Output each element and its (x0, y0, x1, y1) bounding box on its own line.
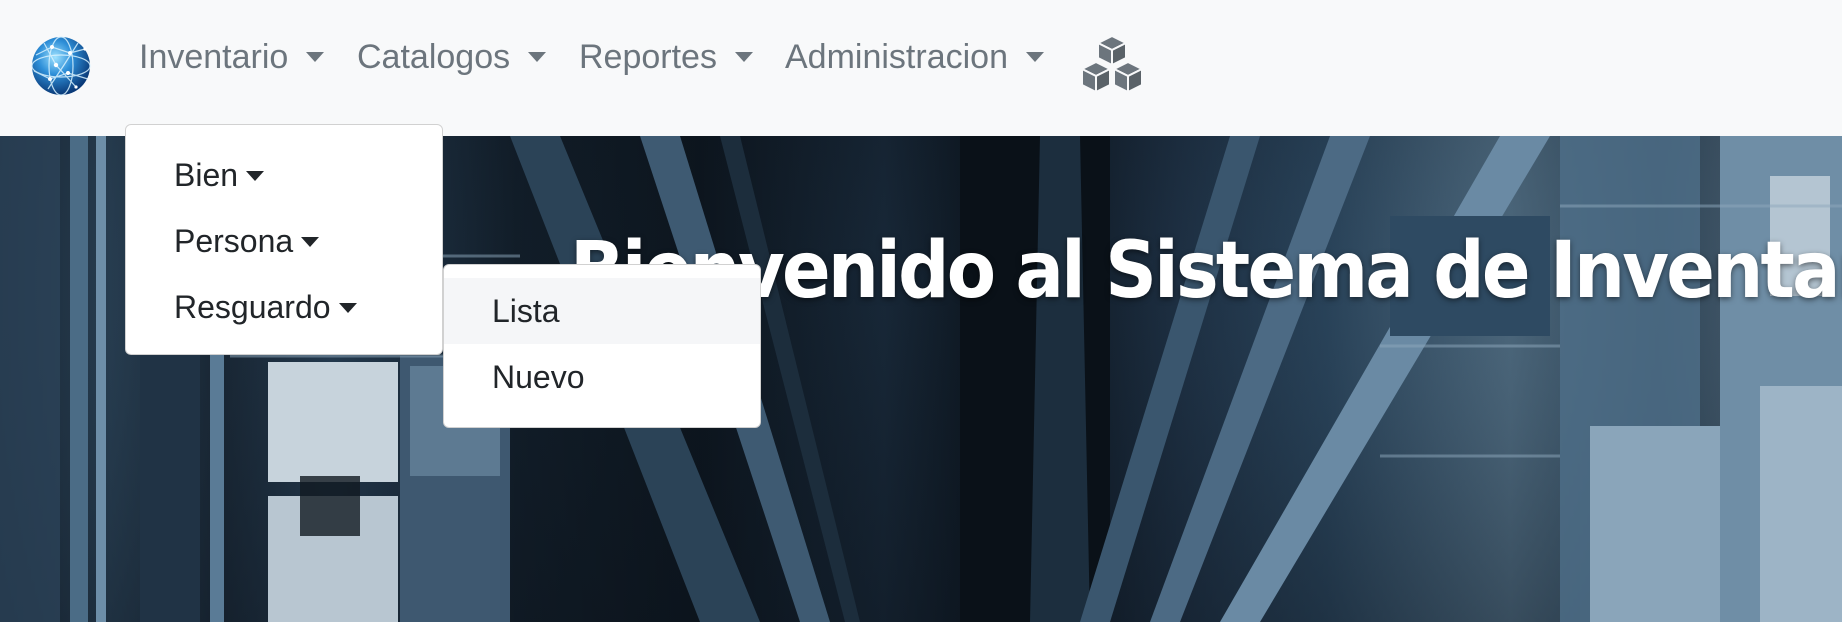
menu-item-bien[interactable]: Bien (126, 142, 442, 208)
menu-item-resguardo[interactable]: Resguardo (126, 274, 442, 340)
chevron-down-icon (306, 52, 325, 63)
caret-down-icon (246, 170, 265, 181)
nav-administracion-label: Administracion (785, 38, 1008, 76)
menu-item-persona[interactable]: Persona (126, 208, 442, 274)
menu-item-bien-label: Bien (174, 157, 239, 193)
submenu-item-lista-label: Lista (492, 293, 560, 329)
nav-catalogos-dropdown[interactable]: Catalogos (357, 34, 547, 80)
nav-catalogos-label: Catalogos (357, 38, 511, 76)
menu-item-resguardo-label: Resguardo (174, 289, 331, 325)
top-navbar: Inventario Catalogos Reportes Administra… (0, 0, 1842, 136)
inventario-dropdown-menu: Bien Persona Resguardo (125, 124, 443, 355)
submenu-item-lista[interactable]: Lista (444, 278, 760, 344)
menu-item-persona-label: Persona (174, 223, 294, 259)
submenu-item-nuevo-label: Nuevo (492, 359, 585, 395)
caret-down-icon (301, 236, 320, 247)
chevron-down-icon (528, 52, 547, 63)
nav-reportes-label: Reportes (579, 38, 717, 76)
nav-inventario-label: Inventario (139, 38, 289, 76)
chevron-down-icon (1025, 52, 1044, 63)
cubes-icon[interactable] (1076, 34, 1148, 96)
chevron-down-icon (734, 52, 753, 63)
submenu-item-nuevo[interactable]: Nuevo (444, 344, 760, 410)
caret-down-icon (338, 302, 357, 313)
resguardo-submenu: Lista Nuevo (443, 264, 761, 428)
nav-reportes-dropdown[interactable]: Reportes (579, 34, 753, 80)
nav-administracion-dropdown[interactable]: Administracion (785, 34, 1044, 80)
globe-logo-icon[interactable] (30, 35, 92, 97)
nav-inventario-dropdown[interactable]: Inventario (139, 34, 325, 80)
